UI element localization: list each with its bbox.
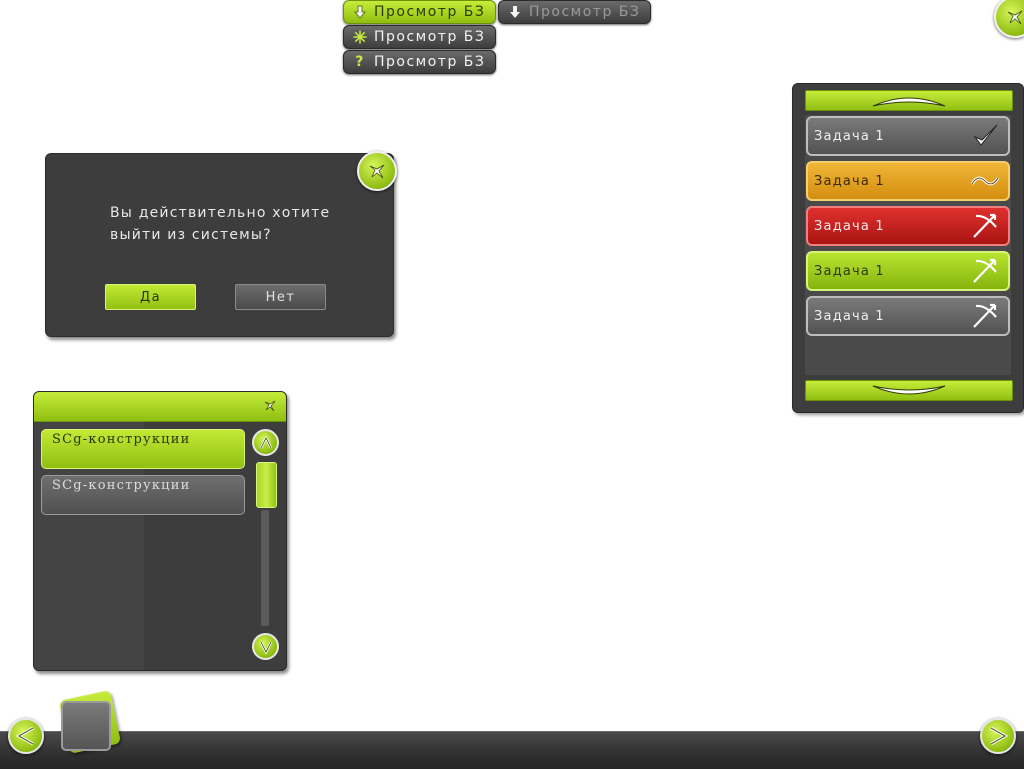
- chevron-up-icon: [259, 434, 272, 449]
- task-scroll-up-button[interactable]: [805, 90, 1013, 111]
- task-label: Задача 1: [814, 308, 885, 324]
- chevron-down-icon: [872, 385, 946, 394]
- task-panel: Задача 1 Задача 1 Задача 1 Задача 1 Зада…: [792, 83, 1024, 413]
- task-label: Задача 1: [814, 128, 885, 144]
- scrollbar-track[interactable]: [261, 510, 269, 626]
- scg-panel: SCg-конструкции SCg-конструкции: [33, 391, 287, 671]
- starburst-icon: [352, 29, 368, 45]
- question-icon: ?: [355, 54, 365, 70]
- task-label: Задача 1: [814, 218, 885, 234]
- window-tile[interactable]: [61, 701, 111, 751]
- scroll-up-button[interactable]: [252, 429, 279, 456]
- list-item[interactable]: SCg-конструкции: [41, 475, 245, 515]
- tilde-icon: [970, 176, 1000, 186]
- scroll-down-button[interactable]: [252, 633, 279, 660]
- scrollbar-thumb[interactable]: [256, 462, 277, 508]
- chevron-left-icon: [15, 726, 34, 746]
- view-kb-button-active[interactable]: Просмотр БЗ: [343, 0, 496, 24]
- checkmark-icon: [973, 124, 998, 146]
- view-kb-label: Просмотр БЗ: [374, 29, 486, 45]
- view-kb-button-inactive[interactable]: Просмотр БЗ: [498, 0, 651, 24]
- pin-icon: [264, 400, 276, 412]
- no-button[interactable]: Нет: [235, 284, 326, 310]
- cross-arrow-icon: [973, 213, 997, 238]
- cross-arrow-icon: [973, 303, 997, 328]
- task-item[interactable]: Задача 1: [806, 116, 1010, 156]
- task-scroll-down-button[interactable]: [805, 380, 1013, 401]
- yes-button[interactable]: Да: [105, 284, 196, 310]
- dialog-message: Вы действительно хотите выйти из системы…: [110, 202, 370, 246]
- bottom-bar: [0, 731, 1024, 769]
- list-item[interactable]: SCg-конструкции: [41, 429, 245, 469]
- task-item[interactable]: Задача 1: [806, 251, 1010, 291]
- task-label: Задача 1: [814, 263, 885, 279]
- view-kb-label: Просмотр БЗ: [374, 54, 486, 70]
- close-icon: [1007, 10, 1023, 25]
- logout-dialog: Вы действительно хотите выйти из системы…: [45, 153, 394, 337]
- task-label: Задача 1: [814, 173, 885, 189]
- cross-arrow-icon: [973, 258, 997, 283]
- arrow-down-icon: [507, 4, 523, 20]
- chevron-up-icon: [872, 97, 946, 106]
- task-list: Задача 1 Задача 1 Задача 1 Задача 1 Зада…: [805, 115, 1011, 375]
- close-app-button[interactable]: [994, 0, 1024, 38]
- chevron-down-icon: [259, 640, 272, 655]
- task-item[interactable]: Задача 1: [806, 296, 1010, 336]
- scg-panel-header: [34, 392, 286, 422]
- dialog-message-line2: выйти из системы?: [110, 227, 272, 243]
- close-icon: [369, 164, 385, 179]
- dialog-message-line1: Вы действительно хотите: [110, 205, 331, 221]
- next-button[interactable]: [980, 718, 1016, 754]
- previous-button[interactable]: [8, 718, 44, 754]
- scg-panel-pin-button[interactable]: [260, 396, 280, 416]
- view-kb-button-starburst[interactable]: Просмотр БЗ: [343, 25, 496, 49]
- view-kb-button-question[interactable]: ? Просмотр БЗ: [343, 50, 496, 74]
- dialog-close-button[interactable]: [357, 151, 397, 191]
- chevron-right-icon: [990, 726, 1009, 746]
- arrow-down-icon: [352, 4, 368, 20]
- view-kb-label: Просмотр БЗ: [529, 4, 641, 20]
- task-item[interactable]: Задача 1: [806, 161, 1010, 201]
- view-kb-label: Просмотр БЗ: [374, 4, 486, 20]
- task-item[interactable]: Задача 1: [806, 206, 1010, 246]
